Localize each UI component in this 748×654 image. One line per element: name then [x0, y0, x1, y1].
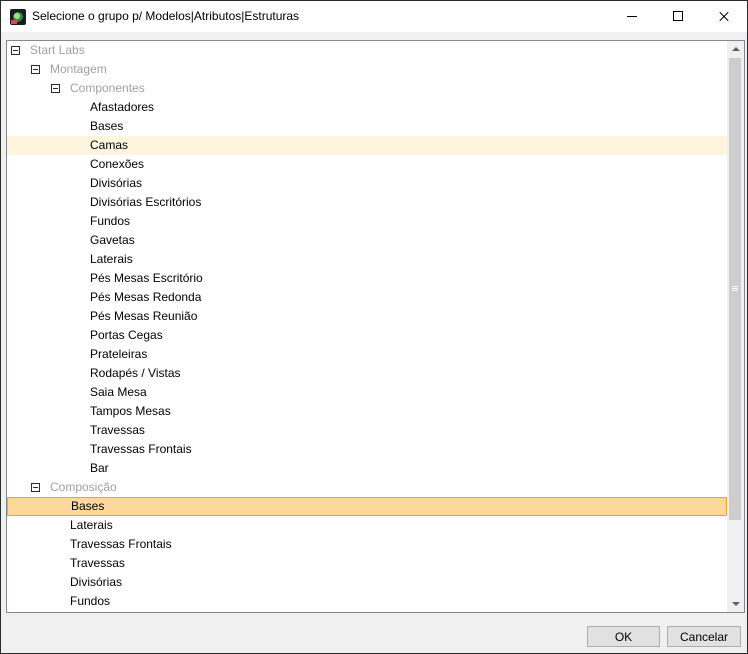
tree-node-label: Laterais — [90, 252, 133, 266]
tree-node-leaf[interactable]: Fundos — [7, 592, 727, 611]
collapse-icon[interactable] — [31, 483, 40, 492]
cancel-button[interactable]: Cancelar — [667, 626, 741, 647]
tree-node-label: Gavetas — [90, 233, 135, 247]
tree-node-label: Bar — [90, 461, 109, 475]
tree-node-label: Tampos Mesas — [90, 404, 171, 418]
tree-node-leaf[interactable]: Divisórias — [7, 573, 727, 592]
tree-node-label: Fundos — [70, 594, 111, 608]
scrollbar-thumb[interactable] — [729, 58, 741, 520]
tree-node-label: Start Labs — [30, 43, 85, 57]
tree-node-label: Divisórias Escritórios — [90, 195, 202, 209]
tree-node-leaf[interactable]: Bar — [7, 459, 727, 478]
close-button[interactable] — [701, 1, 747, 32]
tree-node-label: Portas Cegas — [90, 328, 163, 342]
tree-node-leaf[interactable]: Afastadores — [7, 98, 727, 117]
tree-node-leaf[interactable]: Travessas Frontais — [7, 535, 727, 554]
tree-node-leaf[interactable]: Divisórias Escritórios — [7, 193, 727, 212]
tree-node-label: Travessas — [90, 423, 145, 437]
tree-node-leaf[interactable]: Laterais — [7, 250, 727, 269]
tree-node-leaf[interactable]: Fundos — [7, 212, 727, 231]
grip-icon — [732, 286, 738, 291]
tree-node-label: Travessas Frontais — [90, 442, 192, 456]
window-title: Selecione o grupo p/ Modelos|Atributos|E… — [32, 9, 300, 23]
vertical-scrollbar[interactable] — [727, 41, 744, 612]
ok-button[interactable]: OK — [587, 626, 660, 647]
tree-node-leaf[interactable]: Rodapés / Vistas — [7, 364, 727, 383]
tree-node-leaf[interactable]: Laterais — [7, 516, 727, 535]
tree-node-composicao[interactable]: Composição — [7, 478, 727, 497]
tree-node-label: Pés Mesas Escritório — [90, 271, 203, 285]
tree-node-leaf[interactable]: Conexões — [7, 155, 727, 174]
tree-node-componentes[interactable]: Componentes — [7, 79, 727, 98]
tree-node-label: Laterais — [70, 518, 113, 532]
tree-node-label: Camas — [90, 138, 129, 152]
tree-node-leaf[interactable]: Travessas — [7, 421, 727, 440]
maximize-button[interactable] — [655, 1, 701, 32]
scroll-up-arrow-icon[interactable] — [727, 41, 744, 58]
tree-node-label: Bases — [71, 499, 105, 513]
tree-content: Start Labs Montagem Componentes Composiç… — [7, 41, 727, 612]
tree-node-label: Rodapés / Vistas — [90, 366, 181, 380]
tree-node-leaf[interactable]: Saia Mesa — [7, 383, 727, 402]
tree-node-label: Pés Mesas Reunião — [90, 309, 198, 323]
tree-node-label: Divisórias — [90, 176, 143, 190]
collapse-icon[interactable] — [31, 65, 40, 74]
tree-node-label: Pés Mesas Redonda — [90, 290, 202, 304]
tree-node-leaf[interactable]: Camas — [7, 136, 727, 155]
tree-node-label: Afastadores — [90, 100, 155, 114]
tree-node-label: Travessas Frontais — [70, 537, 172, 551]
tree-node-leaf[interactable]: Divisórias — [7, 174, 727, 193]
tree-node-leaf[interactable]: Pés Mesas Escritório — [7, 269, 727, 288]
tree-node-label: Montagem — [50, 62, 107, 76]
tree-node-label: Saia Mesa — [90, 385, 147, 399]
tree-node-leaf[interactable]: Pés Mesas Reunião — [7, 307, 727, 326]
collapse-icon[interactable] — [11, 46, 20, 55]
scroll-down-arrow-icon[interactable] — [727, 595, 744, 612]
minimize-button[interactable] — [609, 1, 655, 32]
collapse-icon[interactable] — [51, 84, 60, 93]
tree-node-leaf[interactable]: Travessas — [7, 554, 727, 573]
dialog-window: Selecione o grupo p/ Modelos|Atributos|E… — [0, 0, 748, 654]
tree-node-label: Prateleiras — [90, 347, 148, 361]
tree-node-label: Composição — [50, 480, 117, 494]
tree-node-leaf[interactable]: Portas Cegas — [7, 326, 727, 345]
tree-node-leaf[interactable]: Tampos Mesas — [7, 402, 727, 421]
group-tree-view[interactable]: Start Labs Montagem Componentes Composiç… — [6, 40, 745, 613]
app-icon — [10, 9, 26, 25]
tree-node-label: Componentes — [70, 81, 145, 95]
tree-node-leaf[interactable]: Travessas Frontais — [7, 440, 727, 459]
tree-node-root[interactable]: Start Labs — [7, 41, 727, 60]
title-bar[interactable]: Selecione o grupo p/ Modelos|Atributos|E… — [1, 1, 747, 32]
tree-node-label: Travessas — [70, 556, 125, 570]
tree-node-leaf[interactable]: Prateleiras — [7, 345, 727, 364]
tree-node-montagem[interactable]: Montagem — [7, 60, 727, 79]
tree-node-label: Conexões — [90, 157, 145, 171]
tree-node-leaf[interactable]: Gavetas — [7, 231, 727, 250]
tree-node-label: Fundos — [90, 214, 131, 228]
tree-node-leaf[interactable]: Bases — [7, 497, 727, 516]
tree-node-label: Divisórias — [70, 575, 123, 589]
tree-node-leaf[interactable]: Bases — [7, 117, 727, 136]
tree-node-leaf[interactable]: Pés Mesas Redonda — [7, 288, 727, 307]
tree-node-label: Bases — [90, 119, 124, 133]
